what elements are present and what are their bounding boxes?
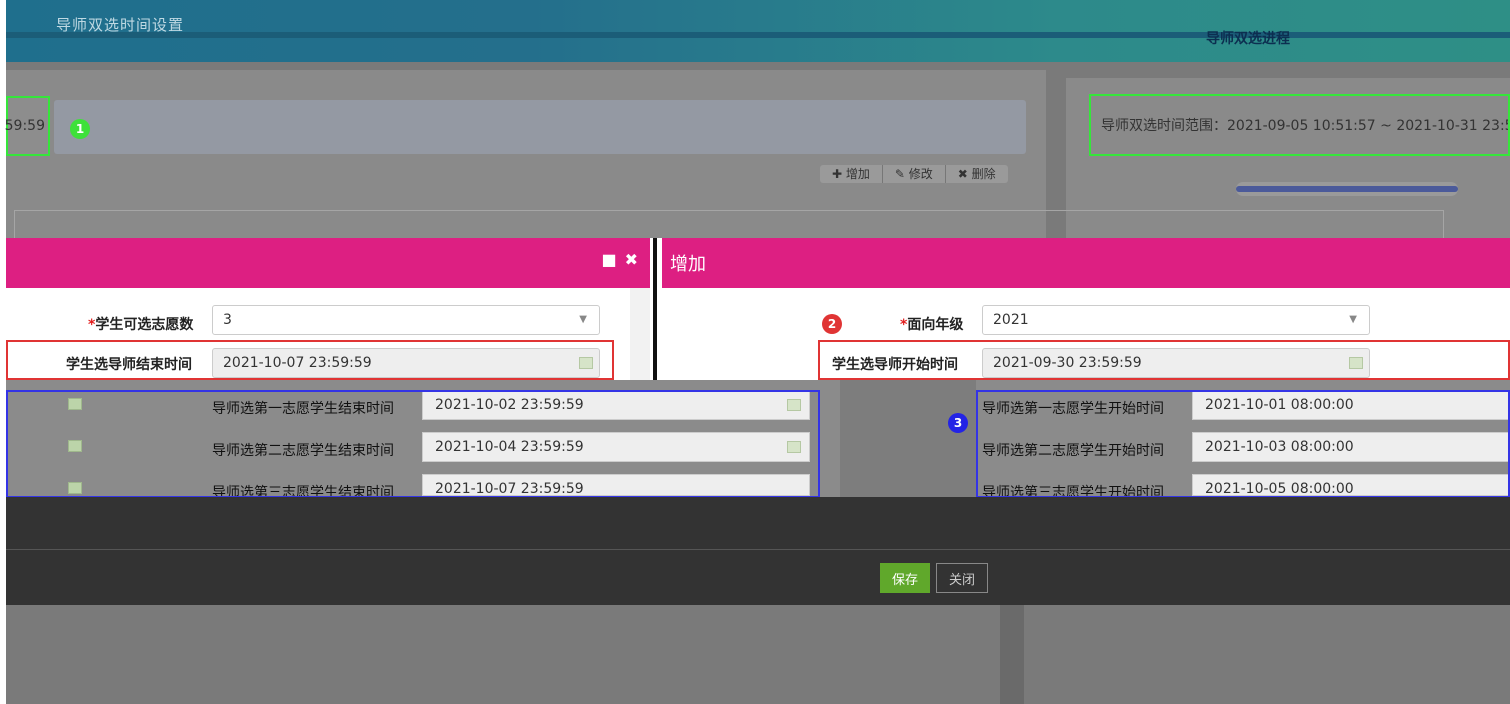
page-bottom [6,605,1510,704]
choice-count-label: *学生可选志愿数 [88,317,194,333]
add-button[interactable]: ✚ 增加 [820,165,883,183]
dialog-header-right: 增加 [662,238,1510,288]
grid-outline [14,210,1444,240]
step-badge-2: 2 [822,314,842,334]
grade-label: *面向年级 [900,317,964,333]
highlight-blue-left [6,390,820,498]
chevron-down-icon: ▼ [579,314,587,325]
page-bottom-column [1000,605,1024,704]
highlight-red-right [818,340,1510,380]
close-button[interactable]: 关闭 [936,563,988,593]
step-badge-3: 3 [948,413,968,433]
close-icon[interactable]: ✖ [625,250,638,269]
range-highlight-left: 59:59 [5,96,50,156]
maximize-icon[interactable]: ■ [601,250,616,269]
dialog-header-left: ■ ✖ [6,238,650,288]
highlight-blue-right [976,390,1510,498]
footer-divider [6,549,1510,550]
top-header: 导师双选时间设置 导师双选进程 [6,0,1510,62]
dialog-title: 增加 [670,254,706,275]
dialog-controls: ■ ✖ [601,250,638,269]
action-toolbar: ✚ 增加 ✎ 修改 ✖ 删除 [820,165,1008,183]
progress-fill [1236,186,1458,192]
highlight-red-left [6,340,614,380]
time-range-display: 导师双选时间范围：2021-09-05 10:51:57 ~ 2021-10-3… [1089,94,1510,156]
page-title: 导师双选时间设置 [56,16,185,34]
progress-title: 导师双选进程 [1206,31,1290,47]
choice-count-select[interactable]: 3 ▼ [212,305,600,335]
dialog-footer [6,497,1510,605]
save-button[interactable]: 保存 [880,563,930,593]
delete-button[interactable]: ✖ 删除 [946,165,1008,183]
chevron-down-icon: ▼ [1349,314,1357,325]
range-bar [54,100,1026,154]
edit-button[interactable]: ✎ 修改 [883,165,946,183]
grade-select[interactable]: 2021 ▼ [982,305,1370,335]
progress-bar [1236,182,1458,196]
gray-strip [840,380,976,498]
step-badge-1: 1 [70,119,90,139]
